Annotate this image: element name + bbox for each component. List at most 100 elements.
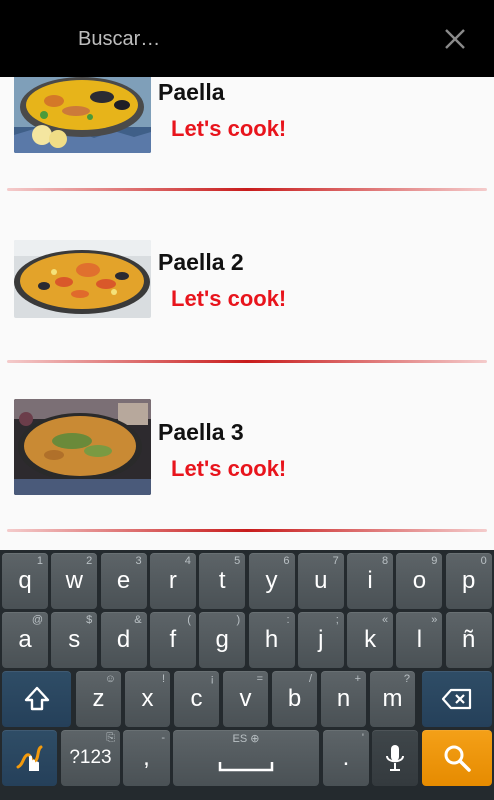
- key-q[interactable]: 1q: [2, 553, 48, 609]
- divider: [7, 360, 487, 363]
- key-hint: »: [431, 614, 438, 626]
- key-hint: 9: [431, 555, 438, 567]
- key-y[interactable]: 6y: [248, 553, 295, 609]
- key-ñ[interactable]: ñ: [445, 612, 492, 668]
- key-f[interactable]: (f: [149, 612, 196, 668]
- key-hint: ;: [335, 614, 339, 626]
- close-search-button[interactable]: [436, 20, 474, 58]
- backspace-icon: [441, 688, 472, 710]
- swype-icon: [16, 745, 42, 771]
- key-h[interactable]: :h: [248, 612, 295, 668]
- language-label: ES: [232, 733, 248, 745]
- key-m[interactable]: ? m: [370, 671, 415, 727]
- key-j[interactable]: ; j: [297, 612, 344, 668]
- key-b[interactable]: / b: [272, 671, 317, 727]
- microphone-icon: [386, 745, 404, 771]
- symbols-key[interactable]: ⎘ ?123: [61, 730, 120, 786]
- key-o[interactable]: 9o: [396, 553, 443, 609]
- list-item[interactable]: Paella Let's cook!: [0, 77, 494, 245]
- key-g[interactable]: ) g: [199, 612, 246, 668]
- key-label: k: [364, 626, 377, 653]
- key-hint: 1: [36, 555, 43, 567]
- key-z[interactable]: ☺ z: [76, 671, 121, 727]
- key-hint: 3: [135, 555, 142, 567]
- key-s[interactable]: $ s: [51, 612, 98, 668]
- swype-key[interactable]: [2, 730, 57, 786]
- on-screen-keyboard: ⎘ ?123 - , ES ⊕ ' . 1q2w3e4r5t6y7u8i9o0p…: [0, 550, 494, 800]
- key-hint: @: [31, 614, 43, 626]
- key-hint: 2: [86, 555, 93, 567]
- period-key[interactable]: ' .: [323, 730, 369, 786]
- close-icon: [445, 29, 465, 49]
- key-label: c: [190, 685, 203, 712]
- key-label: t: [218, 567, 226, 594]
- key-hint: «: [381, 614, 389, 626]
- recipe-image: [14, 240, 151, 318]
- key-hint: 8: [381, 555, 389, 567]
- key-hint: ): [236, 614, 241, 626]
- key-u[interactable]: 7u: [297, 553, 344, 609]
- key-k[interactable]: «k: [347, 612, 394, 668]
- key-w[interactable]: 2w: [51, 553, 98, 609]
- key-label: b: [287, 685, 302, 712]
- key-label: p: [462, 567, 476, 594]
- key-hint: 5: [234, 555, 241, 567]
- key-hint: 7: [332, 555, 339, 567]
- list-item[interactable]: Paella 3 Let's cook!: [0, 399, 494, 550]
- key-hint: :: [286, 614, 290, 626]
- key-l[interactable]: » l: [396, 612, 443, 668]
- key-hint: 0: [480, 555, 487, 567]
- key-hint: ☺: [104, 673, 116, 685]
- space-key[interactable]: ES ⊕: [173, 730, 319, 786]
- key-n[interactable]: + n: [321, 671, 366, 727]
- key-label: i: [367, 567, 373, 594]
- key-d[interactable]: & d: [100, 612, 147, 668]
- key-label: q: [18, 567, 32, 594]
- key-e[interactable]: 3e: [100, 553, 147, 609]
- key-label: o: [412, 567, 427, 594]
- space-bar-icon: [218, 762, 274, 772]
- key-label: j: [318, 626, 324, 653]
- search-key[interactable]: [422, 730, 492, 786]
- list-item[interactable]: Paella 2 Let's cook!: [0, 240, 494, 410]
- key-label: f: [169, 626, 177, 653]
- key-t[interactable]: 5t: [199, 553, 246, 609]
- recipe-image: [14, 77, 151, 153]
- key-label: l: [416, 626, 423, 653]
- globe-icon: ⊕: [250, 733, 260, 745]
- key-label: ñ: [462, 626, 476, 653]
- key-label: n: [336, 685, 351, 712]
- key-x[interactable]: ! x: [125, 671, 170, 727]
- key-p[interactable]: 0p: [445, 553, 492, 609]
- key-hint: !: [161, 673, 165, 685]
- key-label: h: [264, 626, 279, 653]
- comma-key[interactable]: - ,: [123, 730, 170, 786]
- key-hint: /: [308, 673, 312, 685]
- recipe-list[interactable]: Paella Let's cook! Paella 2 Let's cook!: [0, 77, 494, 550]
- divider: [7, 529, 487, 532]
- key-v[interactable]: = v: [223, 671, 268, 727]
- lets-cook-link[interactable]: Let's cook!: [171, 286, 286, 312]
- key-label: e: [116, 567, 131, 594]
- key-r[interactable]: 4r: [149, 553, 196, 609]
- search-bar: [0, 0, 494, 77]
- key-label: a: [18, 626, 32, 653]
- key-a[interactable]: @ a: [2, 612, 48, 668]
- recipe-title: Paella: [158, 79, 225, 105]
- search-input[interactable]: [70, 20, 410, 58]
- shift-key[interactable]: [2, 671, 71, 727]
- key-i[interactable]: 8i: [347, 553, 394, 609]
- key-label: y: [265, 567, 278, 594]
- shift-icon: [24, 686, 49, 711]
- key-label: v: [239, 685, 252, 712]
- lets-cook-link[interactable]: Let's cook!: [171, 456, 286, 482]
- backspace-key[interactable]: [422, 671, 492, 727]
- key-c[interactable]: ¡ c: [174, 671, 219, 727]
- recipe-title: Paella 3: [158, 419, 244, 445]
- voice-input-key[interactable]: [372, 730, 418, 786]
- key-label: s: [68, 626, 81, 653]
- recipe-title: Paella 2: [158, 249, 244, 275]
- key-hint: (: [187, 614, 191, 626]
- key-hint: =: [256, 673, 263, 685]
- lets-cook-link[interactable]: Let's cook!: [171, 116, 286, 142]
